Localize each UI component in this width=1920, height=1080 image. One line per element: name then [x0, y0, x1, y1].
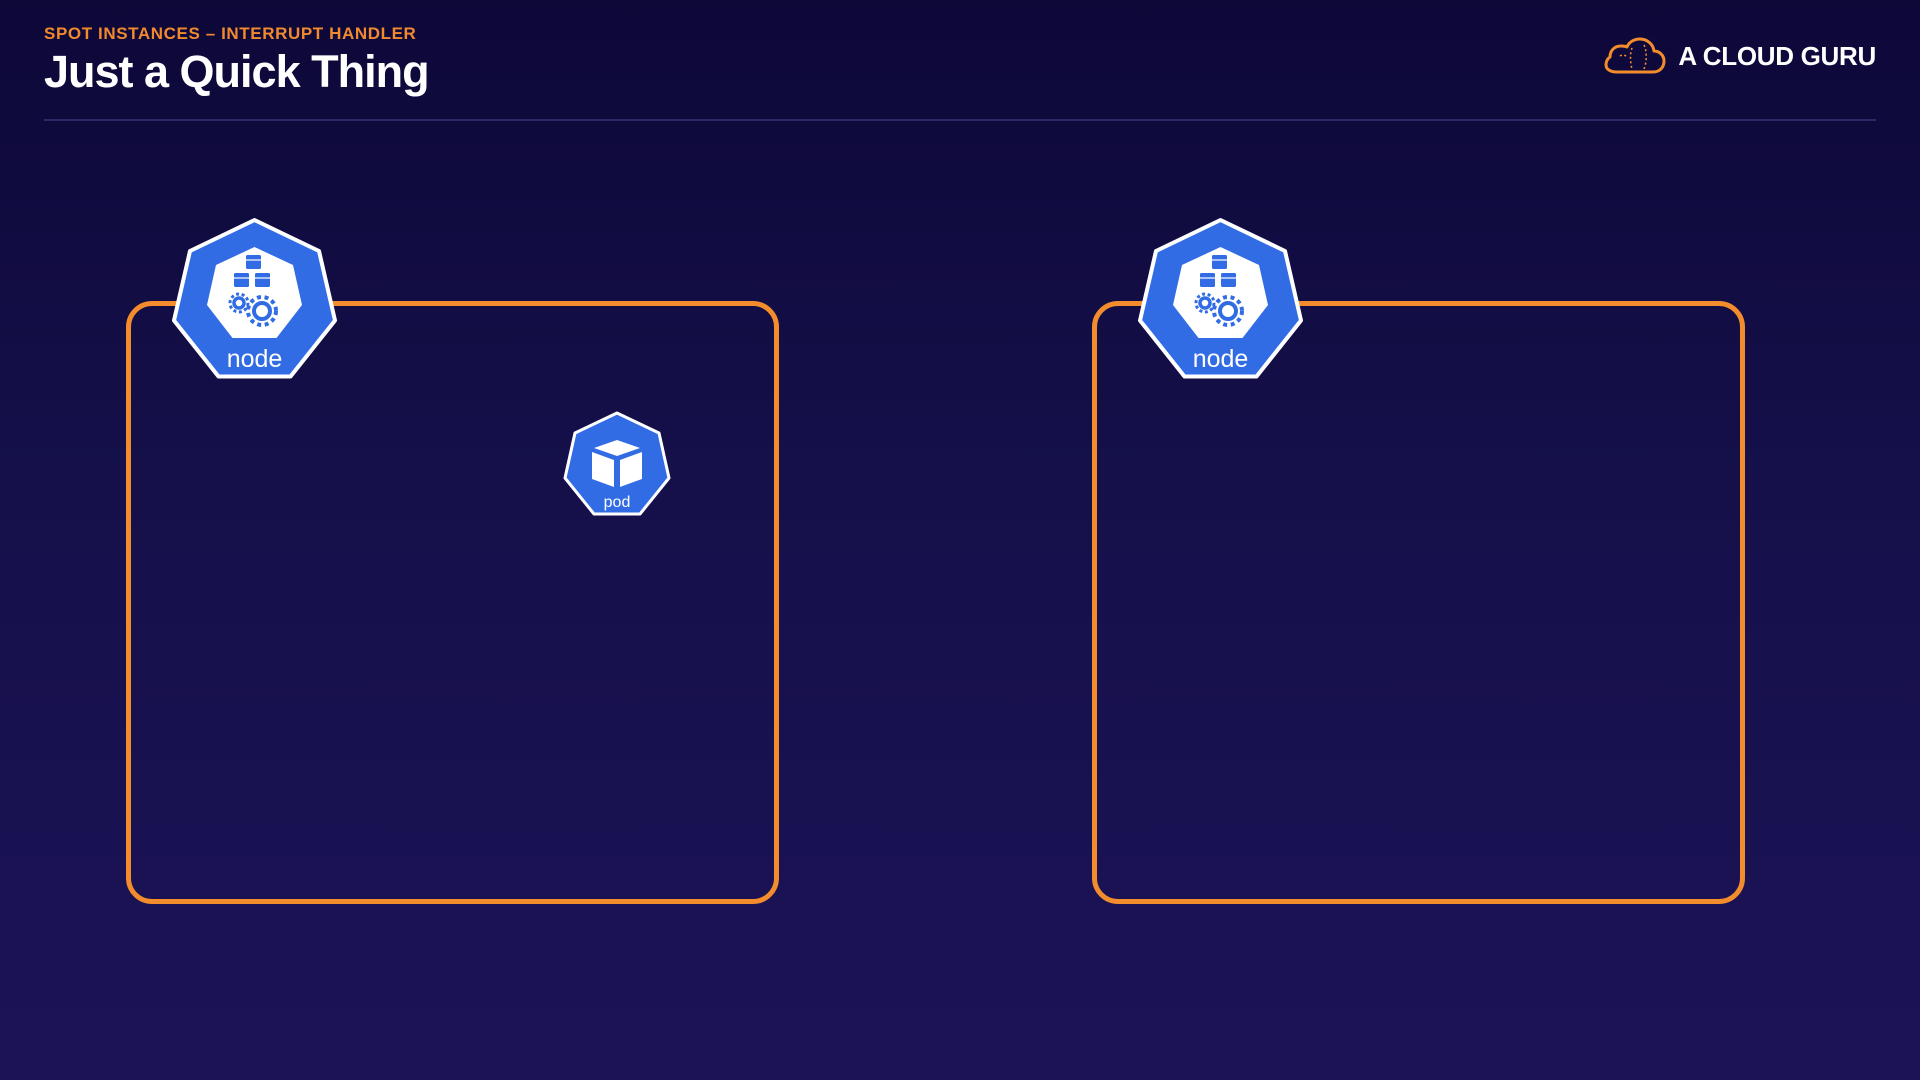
brand-name: A CLOUD GURU: [1678, 40, 1876, 71]
kubernetes-node-icon: node: [1135, 217, 1306, 389]
slide-subtitle: SPOT INSTANCES – INTERRUPT HANDLER: [44, 24, 417, 43]
brand-logo: A CLOUD GURU: [1604, 36, 1876, 76]
kubernetes-pod-icon: pod: [560, 410, 674, 524]
pod-label: pod: [604, 494, 631, 511]
node-box-right: [1092, 301, 1745, 904]
kubernetes-node-icon: node: [169, 217, 340, 389]
node-label: node: [227, 345, 283, 373]
node-label: node: [1193, 345, 1249, 373]
slide-title: Just a Quick Thing: [44, 46, 430, 97]
cloud-logo-icon: [1604, 37, 1666, 74]
header-divider: [44, 119, 1876, 121]
slide-header: SPOT INSTANCES – INTERRUPT HANDLER Just …: [44, 24, 430, 98]
node-box-left: [126, 301, 779, 904]
